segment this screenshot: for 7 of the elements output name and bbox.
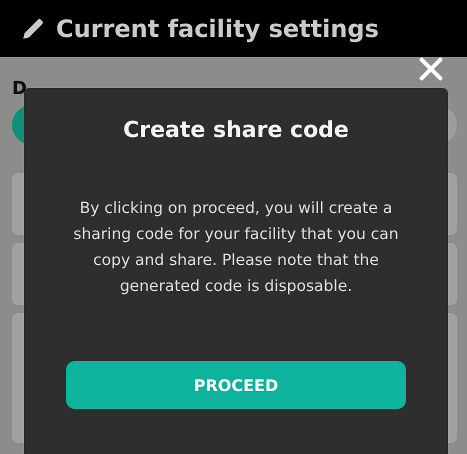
close-icon xyxy=(417,55,445,83)
page-title: Current facility settings xyxy=(56,14,379,42)
section-label: D xyxy=(12,79,27,99)
proceed-button[interactable]: PROCEED xyxy=(66,361,406,409)
dialog-message: By clicking on proceed, you will create a sharing code for your facility that you can copy and share. Please note that the generated code is disposable. xyxy=(72,198,400,297)
dialog-title: Create share code xyxy=(123,118,349,143)
close-button[interactable] xyxy=(417,55,445,83)
